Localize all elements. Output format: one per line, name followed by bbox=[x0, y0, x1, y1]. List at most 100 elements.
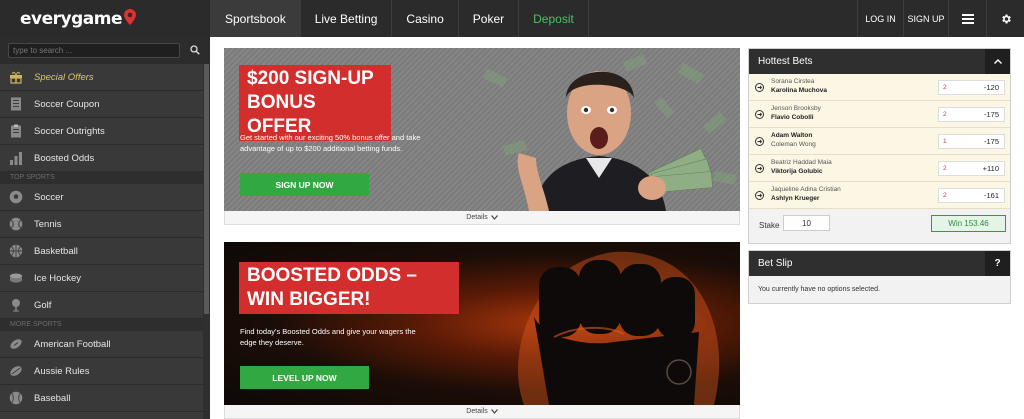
baseball-icon bbox=[8, 390, 24, 406]
search-input[interactable] bbox=[8, 43, 180, 58]
nav-poker[interactable]: Poker bbox=[457, 0, 518, 37]
bet-row[interactable]: Beatriz Haddad Maia Viktorija Golubic 2 … bbox=[749, 155, 1010, 182]
settings-button[interactable] bbox=[986, 0, 1024, 37]
banner-title-line-1: BOOSTED ODDS – bbox=[247, 265, 417, 286]
odds-button[interactable]: 1 -175 bbox=[938, 134, 1005, 149]
sidebar-item-golf[interactable]: Golf bbox=[0, 292, 203, 319]
sidebar-list: Special Offers Soccer Coupon Soccer Outr… bbox=[0, 64, 203, 412]
sidebar: Special Offers Soccer Coupon Soccer Outr… bbox=[0, 37, 210, 419]
sidebar-item-boosted-odds[interactable]: Boosted Odds bbox=[0, 145, 203, 172]
bet-row[interactable]: Sorana Cirstea Karolina Muchova 2 -120 bbox=[749, 74, 1010, 101]
player-name: Jaqueline Adina Cristian bbox=[771, 186, 841, 193]
banner-title-line-1: $200 SIGN-UP bbox=[247, 68, 374, 89]
american-football-icon bbox=[8, 336, 24, 352]
sidebar-item-aussie-rules[interactable]: Aussie Rules bbox=[0, 358, 203, 385]
sidebar-item-soccer-outrights[interactable]: Soccer Outrights bbox=[0, 118, 203, 145]
signup-button[interactable]: SIGN UP bbox=[903, 0, 948, 37]
sidebar-item-ice-hockey[interactable]: Ice Hockey bbox=[0, 265, 203, 292]
location-pin-icon bbox=[124, 8, 136, 25]
gift-icon bbox=[8, 69, 24, 85]
hamburger-icon bbox=[961, 13, 974, 24]
sidebar-item-soccer-coupon[interactable]: Soccer Coupon bbox=[0, 91, 203, 118]
nav-casino[interactable]: Casino bbox=[391, 0, 457, 37]
sidebar-scrollbar[interactable] bbox=[203, 64, 210, 419]
odds-price: -161 bbox=[983, 191, 999, 200]
win-button[interactable]: Win 153.46 bbox=[931, 215, 1006, 232]
sidebar-item-label: Basketball bbox=[34, 245, 78, 257]
odds-button[interactable]: 2 -175 bbox=[938, 107, 1005, 122]
sidebar-item-special-offers[interactable]: Special Offers bbox=[0, 64, 203, 91]
sidebar-item-label: Boosted Odds bbox=[34, 152, 95, 164]
sidebar-item-label: Aussie Rules bbox=[34, 365, 90, 377]
golf-icon bbox=[8, 297, 24, 313]
odds-button[interactable]: 2 -120 bbox=[938, 80, 1005, 95]
gear-icon bbox=[1001, 14, 1011, 23]
odds-price: -120 bbox=[983, 83, 999, 92]
bet-row[interactable]: Jenson Brooksby Flavio Cobolli 2 -175 bbox=[749, 101, 1010, 128]
main-nav: Sportsbook Live Betting Casino Poker Dep… bbox=[210, 0, 589, 37]
panel-header: Bet Slip ? bbox=[749, 251, 1010, 276]
panel-header: Hottest Bets bbox=[749, 49, 1010, 74]
pick-number: 2 bbox=[943, 84, 947, 91]
sidebar-item-label: Soccer bbox=[34, 191, 64, 203]
login-button[interactable]: LOG IN bbox=[857, 0, 903, 37]
banner-title-line-2: WIN BIGGER! bbox=[247, 289, 371, 310]
sidebar-item-american-football[interactable]: American Football bbox=[0, 331, 203, 358]
banner-details-toggle[interactable]: Details bbox=[224, 405, 740, 419]
scrollbar-thumb[interactable] bbox=[204, 64, 209, 314]
main-content: $200 SIGN-UP BONUS OFFER Get started wit… bbox=[210, 37, 1024, 419]
flaming-fist-image bbox=[518, 251, 720, 405]
menu-button[interactable] bbox=[948, 0, 986, 37]
bet-row[interactable]: Jaqueline Adina Cristian Ashlyn Krueger … bbox=[749, 182, 1010, 209]
hockey-puck-icon bbox=[8, 270, 24, 286]
bet-slip-panel: Bet Slip ? You currently have no options… bbox=[748, 250, 1011, 304]
details-label: Details bbox=[466, 214, 488, 221]
arrow-circle-icon bbox=[755, 83, 764, 92]
signup-bonus-banner[interactable]: $200 SIGN-UP BONUS OFFER Get started wit… bbox=[224, 48, 740, 211]
player-name: Adam Walton bbox=[771, 132, 813, 139]
excited-man-with-money-image bbox=[482, 54, 737, 211]
odds-button[interactable]: 2 -161 bbox=[938, 188, 1005, 203]
tennis-ball-icon bbox=[8, 216, 24, 232]
player-name: Karolina Muchova bbox=[771, 87, 827, 94]
clipboard-icon bbox=[8, 123, 24, 139]
boosted-odds-banner[interactable]: BOOSTED ODDS – WIN BIGGER! Find today's … bbox=[224, 242, 740, 405]
banner-details-toggle[interactable]: Details bbox=[224, 211, 740, 225]
banner-title: $200 SIGN-UP BONUS OFFER bbox=[239, 65, 391, 141]
sidebar-item-label: Soccer Coupon bbox=[34, 98, 100, 110]
arrow-circle-icon bbox=[755, 110, 764, 119]
odds-button[interactable]: 2 +110 bbox=[938, 161, 1005, 176]
nav-live-betting[interactable]: Live Betting bbox=[299, 0, 392, 37]
search-icon[interactable] bbox=[190, 45, 200, 55]
stake-input[interactable]: 10 bbox=[783, 215, 830, 231]
sidebar-item-label: Soccer Outrights bbox=[34, 125, 105, 137]
sign-up-now-button[interactable]: SIGN UP NOW bbox=[240, 173, 369, 196]
banner-description: Find today's Boosted Odds and give your … bbox=[240, 327, 416, 347]
player-name: Coleman Wong bbox=[771, 141, 816, 148]
sidebar-item-tennis[interactable]: Tennis bbox=[0, 211, 203, 238]
panel-title: Bet Slip bbox=[758, 258, 793, 269]
logo[interactable]: everygame bbox=[0, 0, 210, 37]
hottest-bets-panel: Hottest Bets Sorana Cirstea Karolina Muc… bbox=[748, 48, 1011, 244]
sidebar-item-label: Golf bbox=[34, 299, 52, 311]
nav-sportsbook[interactable]: Sportsbook bbox=[210, 0, 300, 37]
help-button[interactable]: ? bbox=[985, 251, 1010, 276]
brand-name: everygame bbox=[20, 8, 123, 29]
soccer-ball-icon bbox=[8, 189, 24, 205]
pick-number: 2 bbox=[943, 192, 947, 199]
bet-row[interactable]: Adam Walton Coleman Wong 1 -175 bbox=[749, 128, 1010, 155]
sidebar-item-baseball[interactable]: Baseball bbox=[0, 385, 203, 412]
chevron-down-icon bbox=[490, 215, 498, 220]
pick-number: 2 bbox=[943, 165, 947, 172]
sidebar-item-basketball[interactable]: Basketball bbox=[0, 238, 203, 265]
aussie-rules-ball-icon bbox=[8, 363, 24, 379]
level-up-now-button[interactable]: LEVEL UP NOW bbox=[240, 366, 369, 389]
odds-price: -175 bbox=[983, 110, 999, 119]
more-sports-heading: MORE SPORTS bbox=[0, 319, 203, 331]
sidebar-item-soccer[interactable]: Soccer bbox=[0, 184, 203, 211]
player-name: Ashlyn Krueger bbox=[771, 195, 820, 202]
sidebar-item-label: Ice Hockey bbox=[34, 272, 81, 284]
collapse-button[interactable] bbox=[985, 49, 1010, 74]
nav-deposit[interactable]: Deposit bbox=[518, 0, 589, 37]
player-name: Sorana Cirstea bbox=[771, 78, 815, 85]
